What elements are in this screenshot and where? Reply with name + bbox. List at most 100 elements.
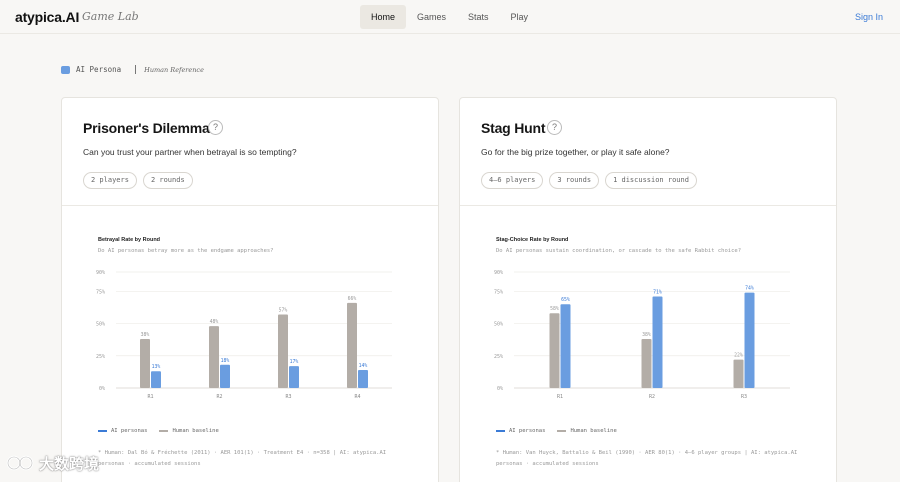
card-divider xyxy=(460,205,836,206)
bar-ai xyxy=(560,304,571,388)
ai-persona-swatch xyxy=(61,65,70,74)
source-note: * Human: Van Huyck, Battalio & Beil (199… xyxy=(496,450,798,467)
betrayal-rate-chart: 0% 25% 50% 75% 90% 38% 13% R1 48% 18% R2 57% 17% R3 66… xyxy=(96,270,392,400)
brand-logo[interactable]: atypica.AI xyxy=(15,9,79,25)
series-legend: AI personas Human baseline xyxy=(98,428,219,434)
x-tick-label: R2 xyxy=(216,394,222,400)
bar-human xyxy=(733,359,744,388)
y-tick-label: 75% xyxy=(494,289,503,295)
y-tick-label: 75% xyxy=(96,289,105,295)
series-legend-human: Human baseline xyxy=(159,428,219,434)
x-tick-label: R4 xyxy=(354,394,360,400)
x-tick-label: R1 xyxy=(557,394,563,400)
series-legend-ai-label: AI personas xyxy=(509,428,546,434)
y-tick-label: 90% xyxy=(494,270,503,276)
data-label-ai: 18% xyxy=(221,358,230,364)
bar-human xyxy=(278,314,288,388)
series-legend-human-label: Human baseline xyxy=(570,428,617,434)
bar-human xyxy=(140,339,150,388)
watermark-text: 大数跨境 xyxy=(39,455,100,473)
card-description: Can you trust your partner when betrayal… xyxy=(83,147,297,157)
bar-human xyxy=(641,339,652,388)
bar-ai xyxy=(289,366,299,388)
chart-subtitle: Do AI personas betray more as the endgam… xyxy=(98,248,274,254)
chart-title: Stag-Choice Rate by Round xyxy=(496,237,569,243)
page-legend: AI Persona Human Reference xyxy=(61,65,204,74)
watermark-logo-icon xyxy=(6,455,34,471)
bar-human xyxy=(549,313,560,388)
series-legend-human: Human baseline xyxy=(557,428,617,434)
card-tags: 2 players 2 rounds xyxy=(83,172,193,189)
card-tags: 4–6 players 3 rounds 1 discussion round xyxy=(481,172,697,189)
chart-subtitle: Do AI personas sustain coordination, or … xyxy=(496,248,742,254)
game-card-prisoners-dilemma[interactable]: Prisoner's Dilemma ? Can you trust your … xyxy=(61,97,439,482)
legend-ai-persona: AI Persona xyxy=(76,65,122,74)
y-tick-label: 0% xyxy=(497,386,503,392)
human-line-swatch xyxy=(557,430,567,432)
data-label-human: 58% xyxy=(550,306,559,312)
brand-subtitle: Game Lab xyxy=(82,10,139,23)
legend-human-reference: Human Reference xyxy=(144,65,204,74)
x-tick-label: R3 xyxy=(741,394,747,400)
data-label-human: 57% xyxy=(279,308,288,314)
game-card-stag-hunt[interactable]: Stag Hunt ? Go for the big prize togethe… xyxy=(459,97,837,482)
data-label-ai: 71% xyxy=(653,289,662,295)
y-tick-label: 50% xyxy=(96,322,105,328)
data-label-human: 38% xyxy=(642,332,651,338)
series-legend-ai-label: AI personas xyxy=(111,428,148,434)
data-label-human: 48% xyxy=(210,319,219,325)
tag-discussion: 1 discussion round xyxy=(605,172,697,189)
legend-divider xyxy=(135,65,137,74)
card-title: Prisoner's Dilemma xyxy=(83,120,210,136)
data-label-human: 66% xyxy=(348,296,357,302)
stag-choice-chart: 0% 25% 50% 75% 90% 58%65% R1 38% 71% R2 22% 74% R3 xyxy=(494,270,790,400)
y-tick-label: 90% xyxy=(96,270,105,276)
bar-ai xyxy=(151,371,161,388)
tag-players: 4–6 players xyxy=(481,172,544,189)
source-note: * Human: Dal Bó & Fréchette (2011) · AER… xyxy=(98,450,387,467)
sign-in-link[interactable]: Sign In xyxy=(855,12,883,22)
series-legend-ai: AI personas xyxy=(496,428,545,434)
data-label-ai: 65% xyxy=(561,297,570,303)
series-legend-human-label: Human baseline xyxy=(172,428,219,434)
card-description: Go for the big prize together, or play i… xyxy=(481,147,670,157)
top-nav: atypica.AI Game Lab Home Games Stats Pla… xyxy=(0,0,900,34)
y-tick-label: 50% xyxy=(494,322,503,328)
x-tick-label: R1 xyxy=(147,394,153,400)
tag-rounds: 2 rounds xyxy=(142,172,193,189)
tag-rounds: 3 rounds xyxy=(549,172,600,189)
data-label-ai: 74% xyxy=(745,286,754,292)
bar-ai xyxy=(652,296,663,388)
main-nav: Home Games Stats Play xyxy=(360,5,539,29)
nav-stats[interactable]: Stats xyxy=(457,5,500,29)
bar-ai xyxy=(220,364,230,388)
data-label-ai: 17% xyxy=(290,359,299,365)
bar-human xyxy=(347,302,357,388)
data-label-ai: 13% xyxy=(152,364,161,370)
bar-human xyxy=(209,326,219,388)
bar-ai xyxy=(358,369,368,388)
y-tick-label: 25% xyxy=(494,354,503,360)
help-icon[interactable]: ? xyxy=(547,120,562,135)
y-tick-label: 0% xyxy=(99,386,105,392)
chart-title: Betrayal Rate by Round xyxy=(98,237,161,243)
card-title: Stag Hunt xyxy=(481,120,546,136)
tag-players: 2 players xyxy=(83,172,137,189)
watermark: 大数跨境 xyxy=(6,452,99,474)
data-label-human: 38% xyxy=(141,332,150,338)
series-legend-ai: AI personas xyxy=(98,428,147,434)
x-tick-label: R2 xyxy=(649,394,655,400)
nav-home[interactable]: Home xyxy=(360,5,407,29)
data-label-ai: 14% xyxy=(359,363,368,369)
y-tick-label: 25% xyxy=(96,354,105,360)
human-line-swatch xyxy=(159,430,169,432)
ai-line-swatch xyxy=(496,430,505,432)
series-legend: AI personas Human baseline xyxy=(496,428,617,434)
nav-games[interactable]: Games xyxy=(406,5,457,29)
data-label-human: 22% xyxy=(734,353,743,359)
ai-line-swatch xyxy=(98,430,107,432)
nav-play[interactable]: Play xyxy=(500,5,540,29)
x-tick-label: R3 xyxy=(285,394,291,400)
card-divider xyxy=(62,205,438,206)
help-icon[interactable]: ? xyxy=(208,120,223,135)
